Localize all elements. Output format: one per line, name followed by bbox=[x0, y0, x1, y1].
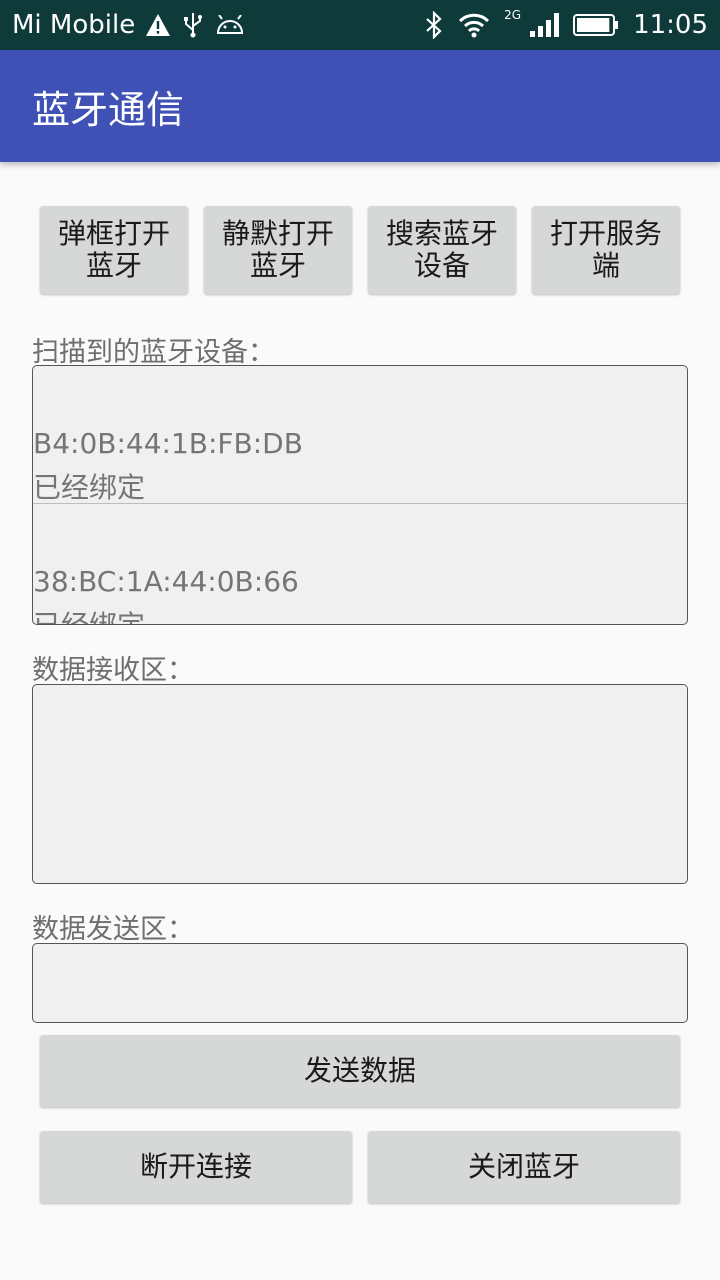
bluetooth-icon bbox=[424, 11, 444, 39]
carrier-name: Mi Mobile bbox=[12, 10, 136, 40]
top-button-row: 弹框打开蓝牙 静默打开蓝牙 搜索蓝牙设备 打开服务端 bbox=[40, 206, 680, 294]
warning-icon bbox=[145, 13, 171, 37]
open-server-button[interactable]: 打开服务端 bbox=[532, 206, 680, 294]
send-input[interactable] bbox=[32, 943, 688, 1023]
silent-enable-bluetooth-button[interactable]: 静默打开蓝牙 bbox=[204, 206, 352, 294]
status-bar: Mi Mobile 2G 11:05 bbox=[0, 0, 720, 50]
popup-enable-bluetooth-button[interactable]: 弹框打开蓝牙 bbox=[40, 206, 188, 294]
android-icon bbox=[215, 15, 245, 35]
device-list[interactable]: B4:0B:44:1B:FB:DB 已经绑定 38:BC:1A:44:0B:66… bbox=[32, 365, 688, 625]
battery-icon bbox=[573, 13, 619, 37]
wifi-icon bbox=[458, 12, 490, 38]
close-bluetooth-button[interactable]: 关闭蓝牙 bbox=[368, 1131, 680, 1203]
usb-icon bbox=[183, 12, 203, 38]
send-data-button[interactable]: 发送数据 bbox=[40, 1035, 680, 1107]
device-address: 38:BC:1A:44:0B:66 bbox=[33, 565, 299, 598]
search-devices-button[interactable]: 搜索蓝牙设备 bbox=[368, 206, 516, 294]
device-list-label: 扫描到的蓝牙设备： bbox=[32, 337, 275, 368]
app-bar: 蓝牙通信 bbox=[0, 50, 720, 162]
list-item[interactable]: B4:0B:44:1B:FB:DB 已经绑定 bbox=[33, 366, 687, 504]
disconnect-button[interactable]: 断开连接 bbox=[40, 1131, 352, 1203]
clock: 11:05 bbox=[633, 10, 708, 40]
send-area-label: 数据发送区： bbox=[32, 914, 194, 945]
device-address: B4:0B:44:1B:FB:DB bbox=[33, 427, 303, 460]
list-item[interactable]: 38:BC:1A:44:0B:66 已经绑定 bbox=[33, 504, 687, 624]
page-title: 蓝牙通信 bbox=[32, 87, 185, 132]
bottom-button-row: 断开连接 关闭蓝牙 bbox=[40, 1131, 680, 1203]
signal-icon bbox=[529, 12, 560, 38]
receive-area-label: 数据接收区： bbox=[32, 655, 194, 686]
network-type: 2G bbox=[504, 8, 522, 22]
receive-area[interactable] bbox=[32, 684, 688, 884]
device-status: 已经绑定 bbox=[33, 604, 687, 624]
